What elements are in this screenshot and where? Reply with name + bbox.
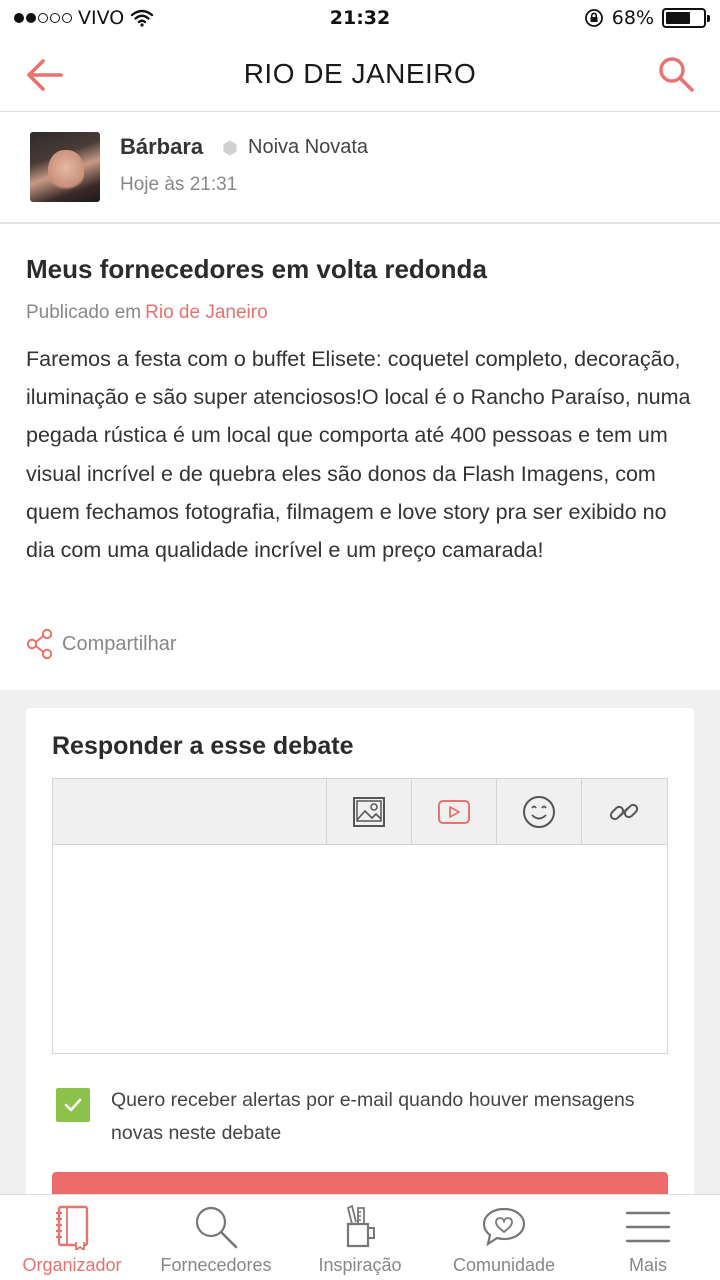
reply-textarea[interactable]	[53, 845, 667, 1053]
post: Meus fornecedores em volta redonda Publi…	[0, 224, 720, 690]
nav-item-mais[interactable]: Mais	[576, 1195, 720, 1280]
menu-icon	[624, 1203, 672, 1251]
link-icon	[609, 803, 639, 821]
search-icon	[192, 1203, 240, 1251]
share-icon	[26, 628, 53, 660]
bottom-nav: Organizador Fornecedores Inspiração Comu…	[0, 1194, 720, 1280]
published-info: Publicado em Rio de Janeiro	[26, 302, 268, 324]
video-icon	[438, 800, 470, 824]
post-body: Faremos a festa com o buffet Elisete: co…	[26, 347, 691, 563]
post-title: Meus fornecedores em volta redonda	[26, 254, 487, 284]
nav-item-comunidade[interactable]: Comunidade	[432, 1195, 576, 1280]
nav-label: Comunidade	[452, 1255, 556, 1275]
nav-label: Fornecedores	[160, 1255, 272, 1275]
carrier-name: VIVO	[78, 7, 125, 29]
insert-emoji-button[interactable]	[496, 779, 581, 845]
back-button[interactable]	[24, 54, 66, 96]
insert-link-button[interactable]	[581, 779, 666, 845]
search-button[interactable]	[654, 52, 698, 96]
rank-badge-icon	[223, 140, 237, 156]
signal-strength-icon	[14, 13, 72, 23]
share-button[interactable]: Compartilhar	[26, 628, 176, 660]
wifi-icon	[131, 9, 154, 27]
battery-percent: 68%	[611, 7, 654, 29]
editor-toolbar	[53, 779, 667, 845]
share-label: Compartilhar	[62, 632, 177, 655]
rotation-lock-icon	[584, 9, 603, 27]
page-title: RIO DE JANEIRO	[243, 57, 477, 89]
status-right: 68%	[584, 7, 710, 29]
app-header: RIO DE JANEIRO	[0, 36, 720, 112]
nav-label: Mais	[628, 1255, 667, 1275]
reply-card: Responder a esse debate Quero receber al…	[26, 708, 694, 1232]
insert-image-button[interactable]	[326, 779, 411, 845]
checkmark-icon	[64, 1098, 82, 1112]
emoji-icon	[523, 796, 555, 828]
battery-level	[666, 12, 691, 24]
insert-video-button[interactable]	[411, 779, 496, 845]
avatar[interactable]	[30, 132, 100, 202]
status-bar: VIVO 21:32 68%	[0, 0, 720, 36]
arrow-left-icon	[27, 59, 63, 91]
author-name[interactable]: Bárbara	[120, 134, 203, 160]
status-left: VIVO	[14, 7, 154, 29]
post-time: Hoje às 21:31	[120, 174, 238, 195]
published-location-link[interactable]: Rio de Janeiro	[145, 302, 268, 323]
email-alert-label: Quero receber alertas por e-mail quando …	[111, 1089, 635, 1144]
author-rank: Noiva Novata	[248, 136, 369, 158]
published-prefix: Publicado em	[26, 302, 142, 323]
pencil-cup-icon	[336, 1203, 384, 1251]
heart-bubble-icon	[480, 1203, 528, 1251]
nav-item-fornecedores[interactable]: Fornecedores	[144, 1195, 288, 1280]
search-icon	[659, 57, 694, 92]
nav-item-inspiracao[interactable]: Inspiração	[288, 1195, 432, 1280]
battery-icon	[662, 8, 710, 28]
nav-label: Organizador	[22, 1255, 122, 1275]
nav-item-organizador[interactable]: Organizador	[0, 1195, 144, 1280]
post-author: Bárbara Noiva Novata Hoje às 21:31	[0, 112, 720, 224]
planner-icon	[48, 1203, 96, 1251]
reply-title: Responder a esse debate	[52, 732, 354, 760]
image-icon	[353, 797, 385, 827]
reply-editor	[52, 778, 668, 1054]
nav-label: Inspiração	[318, 1255, 402, 1275]
email-alert-checkbox[interactable]	[56, 1088, 90, 1122]
